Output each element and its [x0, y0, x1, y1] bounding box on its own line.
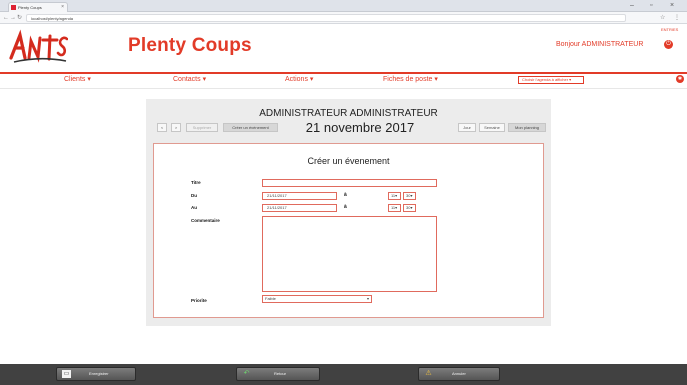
forward-icon[interactable]: → — [10, 13, 16, 23]
comment-textarea[interactable] — [262, 216, 437, 292]
address-bar-row: ← → ↻ localhost/plenty/agenda ☆ ⋮ — [0, 12, 687, 24]
menu-item-actions[interactable]: Actions ▾ — [285, 75, 313, 85]
caret-down-icon: ▾ — [200, 76, 207, 83]
comment-label: Commentaire — [191, 218, 220, 223]
current-date: 21 novembre 2017 — [305, 120, 415, 135]
greeting-text: Bonjour ADMINISTRATEUR — [556, 41, 644, 48]
url-field[interactable]: localhost/plenty/agenda — [26, 14, 626, 22]
prev-button[interactable]: < — [157, 123, 167, 132]
my-planning-button[interactable]: Mon planning — [508, 123, 546, 132]
minimize-icon[interactable]: – — [630, 1, 634, 10]
form-title: Créer un évenement — [307, 156, 390, 166]
from-hour-select[interactable]: 11▾ — [388, 192, 401, 200]
priority-label: Priorite — [191, 298, 207, 303]
maximize-icon[interactable]: ▫ — [650, 1, 652, 10]
from-label: Du — [191, 193, 197, 198]
create-event-button[interactable]: Créer un événement — [223, 123, 278, 132]
cancel-label: Annuler — [452, 371, 466, 376]
settings-icon[interactable]: ✱ — [676, 75, 684, 83]
browser-tab[interactable]: Plenty Coups × — [8, 2, 68, 12]
view-day-button[interactable]: Jour — [458, 123, 476, 132]
from-date-input[interactable]: 21/11/2017 — [262, 192, 337, 200]
view-week-button[interactable]: Semaine — [479, 123, 505, 132]
agenda-select[interactable]: Choisir l'agenda à afficher ▾ — [518, 76, 584, 84]
priority-select[interactable]: Faible ▾ — [262, 295, 372, 303]
cancel-button[interactable]: ⚠ Annuler — [418, 367, 500, 381]
power-icon[interactable]: ⏻ — [664, 40, 673, 49]
cancel-icon: ⚠ — [425, 370, 432, 377]
next-button[interactable]: > — [171, 123, 181, 132]
menu-item-fiches[interactable]: Fiches de poste ▾ — [383, 75, 438, 85]
back-button[interactable]: ↶ Retour — [236, 367, 320, 381]
side-note: ENTRIES — [661, 27, 679, 32]
back-arrow-icon: ↶ — [243, 370, 250, 377]
title-input[interactable] — [262, 179, 437, 187]
back-label: Retour — [274, 371, 287, 376]
caret-down-icon: ▾ — [85, 76, 91, 83]
menu-item-contacts[interactable]: Contacts ▾ — [173, 75, 206, 85]
bookmark-star-icon[interactable]: ☆ — [660, 13, 665, 23]
caret-down-icon: ▾ — [432, 76, 438, 83]
save-button[interactable]: ▭ Enregistrer — [56, 367, 136, 381]
browser-menu-icon[interactable]: ⋮ — [674, 13, 680, 23]
to-date-input[interactable]: 21/11/2017 — [262, 204, 337, 212]
caret-down-icon: ▾ — [366, 296, 369, 301]
to-hour-select[interactable]: 11▾ — [388, 204, 401, 212]
browser-tab-strip: Plenty Coups × – ▫ × — [0, 0, 687, 12]
favicon-icon — [11, 5, 16, 10]
save-label: Enregistrer — [89, 371, 109, 376]
agenda-owner: ADMINISTRATEUR ADMINISTRATEUR — [259, 108, 438, 119]
from-minute-select[interactable]: 30▾ — [403, 192, 416, 200]
to-minute-select[interactable]: 30▾ — [403, 204, 416, 212]
title-label: Titre — [191, 180, 201, 185]
caret-down-icon: ▾ — [307, 76, 314, 83]
tab-title: Plenty Coups — [18, 5, 42, 10]
menu-divider — [0, 88, 687, 89]
to-at-label: à — [344, 204, 347, 210]
window-close-icon[interactable]: × — [670, 1, 674, 10]
reload-icon[interactable]: ↻ — [17, 13, 22, 23]
site-title: Plenty Coups — [128, 35, 252, 56]
menu-item-clients[interactable]: Clients ▾ — [64, 75, 91, 85]
monitor-icon: ▭ — [62, 370, 71, 378]
site-logo[interactable] — [8, 26, 68, 66]
from-at-label: à — [344, 192, 347, 198]
delete-button[interactable]: Supprimer — [186, 123, 218, 132]
tab-close-icon[interactable]: × — [61, 3, 64, 12]
back-icon[interactable]: ← — [3, 13, 9, 23]
to-label: Au — [191, 205, 197, 210]
